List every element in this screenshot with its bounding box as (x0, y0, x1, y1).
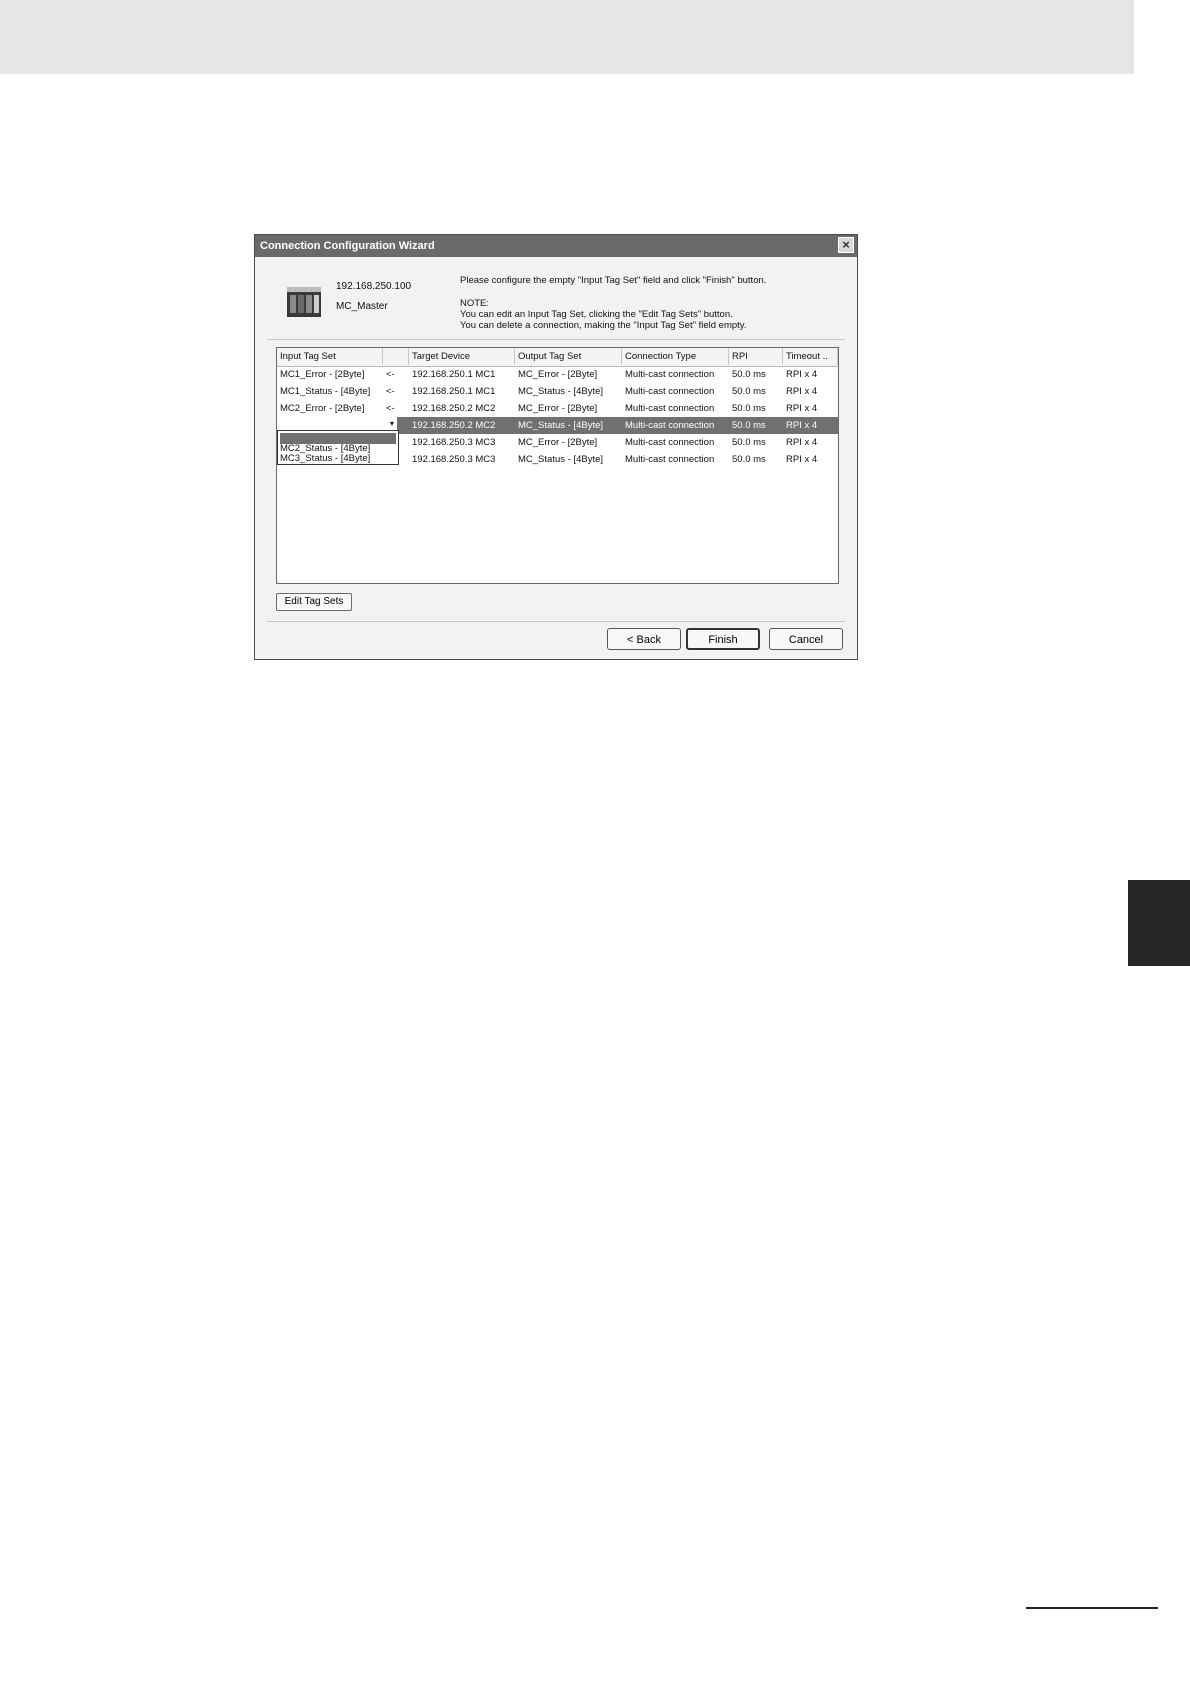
cell-target-device: 192.168.250.3 MC3 (412, 454, 496, 465)
close-button[interactable]: × (838, 237, 854, 253)
cell-rpi: 50.0 ms (732, 420, 766, 431)
device-ip: 192.168.250.100 (336, 281, 412, 292)
device-name: MC_Master (336, 301, 388, 312)
cell-rpi: 50.0 ms (732, 437, 766, 448)
note-line-delete: You can delete a connection, making the … (460, 320, 747, 331)
cell-timeout: RPI x 4 (786, 403, 818, 414)
dropdown-arrow-icon[interactable]: ▾ (390, 419, 394, 428)
cell-output-tag-set: MC_Error - [2Byte] (518, 369, 598, 380)
finish-button[interactable]: Finish (686, 628, 760, 650)
cell-direction: <- (386, 386, 395, 397)
connection-list[interactable]: Input Tag Set Target Device Output Tag S… (276, 347, 839, 584)
instruction-line: Please configure the empty "Input Tag Se… (460, 275, 767, 286)
page-header-band (0, 0, 1134, 74)
cell-output-tag-set: MC_Error - [2Byte] (518, 403, 598, 414)
col-header-connection-type[interactable]: Connection Type (622, 348, 729, 365)
cell-direction: <- (386, 403, 395, 414)
col-header-timeout[interactable]: Timeout .. (783, 348, 838, 365)
cell-connection-type: Multi-cast connection (625, 403, 715, 414)
cell-target-device: 192.168.250.3 MC3 (412, 437, 496, 448)
separator (267, 621, 845, 622)
note-label: NOTE: (460, 298, 490, 309)
cell-connection-type: Multi-cast connection (625, 454, 715, 465)
cell-target-device: 192.168.250.2 MC2 (412, 420, 496, 431)
cell-timeout: RPI x 4 (786, 369, 818, 380)
cell-output-tag-set: MC_Status - [4Byte] (518, 454, 604, 465)
cell-timeout: RPI x 4 (786, 386, 818, 397)
cell-connection-type: Multi-cast connection (625, 437, 715, 448)
cell-target-device: 192.168.250.1 MC1 (412, 386, 496, 397)
col-header-output-tag-set[interactable]: Output Tag Set (515, 348, 622, 365)
plc-device-icon (287, 287, 321, 317)
col-header-rpi[interactable]: RPI (729, 348, 783, 365)
back-button[interactable]: < Back (607, 628, 681, 650)
cell-timeout: RPI x 4 (786, 437, 818, 448)
cell-timeout: RPI x 4 (786, 420, 818, 431)
list-header: Input Tag Set Target Device Output Tag S… (277, 348, 838, 367)
instructions: Please configure the empty "Input Tag Se… (460, 275, 766, 331)
cell-target-device: 192.168.250.2 MC2 (412, 403, 496, 414)
cell-output-tag-set: MC_Status - [4Byte] (518, 386, 604, 397)
cell-input-tag-set: MC1_Error - [2Byte] (280, 369, 365, 380)
input-tag-set-dropdown-list[interactable]: MC2_Status - [4Byte] MC3_Status - [4Byte… (277, 430, 399, 465)
cell-input-tag-set: MC1_Status - [4Byte] (280, 386, 371, 397)
cell-rpi: 50.0 ms (732, 403, 766, 414)
cell-direction: <- (386, 369, 395, 380)
dropdown-option[interactable]: MC3_Status - [4Byte] (280, 453, 396, 464)
table-row[interactable]: MC1_Status - [4Byte] <- 192.168.250.1 MC… (277, 383, 838, 400)
table-row[interactable]: MC2_Error - [2Byte] <- 192.168.250.2 MC2… (277, 400, 838, 417)
cancel-button[interactable]: Cancel (769, 628, 843, 650)
col-header-target-device[interactable]: Target Device (409, 348, 515, 365)
cell-input-tag-set: MC2_Error - [2Byte] (280, 403, 365, 414)
cell-rpi: 50.0 ms (732, 386, 766, 397)
table-row[interactable]: MC1_Error - [2Byte] <- 192.168.250.1 MC1… (277, 366, 838, 383)
section-tab-marker (1128, 880, 1190, 966)
cell-rpi: 50.0 ms (732, 369, 766, 380)
footer-rule (1026, 1607, 1158, 1609)
col-header-direction[interactable] (383, 348, 409, 365)
cell-target-device: 192.168.250.1 MC1 (412, 369, 496, 380)
dialog-titlebar: Connection Configuration Wizard × (255, 235, 857, 257)
col-header-input-tag-set[interactable]: Input Tag Set (277, 348, 383, 365)
connection-wizard-dialog: Connection Configuration Wizard × 192.16… (254, 234, 858, 660)
cell-connection-type: Multi-cast connection (625, 386, 715, 397)
note-line-edit: You can edit an Input Tag Set, clicking … (460, 309, 733, 320)
dialog-title: Connection Configuration Wizard (260, 240, 435, 252)
cell-connection-type: Multi-cast connection (625, 369, 715, 380)
cell-rpi: 50.0 ms (732, 454, 766, 465)
cell-output-tag-set: MC_Status - [4Byte] (518, 420, 604, 431)
cell-timeout: RPI x 4 (786, 454, 818, 465)
separator (267, 339, 845, 340)
cell-output-tag-set: MC_Error - [2Byte] (518, 437, 598, 448)
edit-tag-sets-button[interactable]: Edit Tag Sets (276, 593, 352, 611)
cell-connection-type: Multi-cast connection (625, 420, 715, 431)
